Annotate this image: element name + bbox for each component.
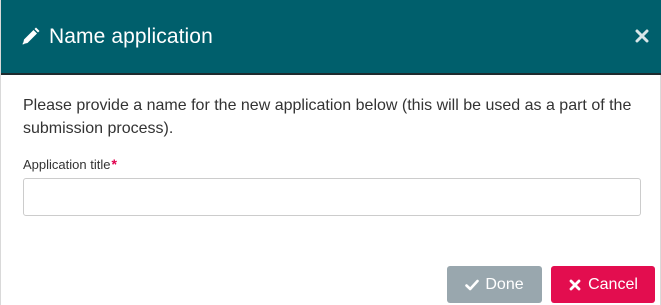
- application-title-label: Application title*: [23, 156, 117, 173]
- name-application-dialog: Name application Please provide a name f…: [0, 0, 661, 305]
- check-icon: [465, 278, 480, 292]
- cancel-button[interactable]: Cancel: [551, 266, 655, 303]
- done-button[interactable]: Done: [447, 266, 542, 303]
- dialog-description: Please provide a name for the new applic…: [23, 97, 632, 137]
- application-title-label-text: Application title: [23, 157, 111, 172]
- close-icon[interactable]: [634, 28, 650, 44]
- dialog-header: Name application: [1, 0, 661, 75]
- application-title-input[interactable]: [23, 178, 641, 216]
- required-marker: *: [111, 156, 117, 172]
- dialog-title-wrap: Name application: [19, 24, 213, 50]
- cancel-button-label: Cancel: [588, 275, 638, 293]
- pencil-icon: [19, 26, 41, 48]
- dialog-title: Name application: [49, 25, 213, 48]
- done-button-label: Done: [485, 275, 524, 293]
- x-icon: [568, 278, 582, 292]
